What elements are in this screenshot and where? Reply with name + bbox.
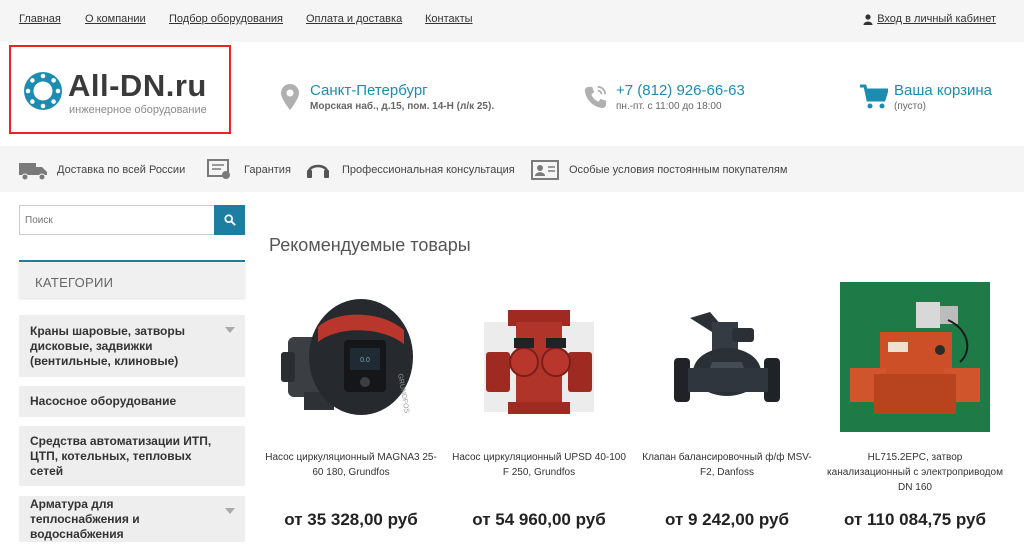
product-card[interactable]: HL715.2EPC, затвор канализационный с эле… bbox=[827, 282, 1003, 530]
category-label: Насосное оборудование bbox=[30, 394, 177, 408]
product-image-drain-gate[interactable] bbox=[840, 282, 990, 432]
chevron-down-icon[interactable] bbox=[225, 508, 235, 514]
feature-consultation-label: Профессиональная консультация bbox=[342, 164, 515, 176]
chevron-down-icon[interactable] bbox=[225, 327, 235, 333]
product-name[interactable]: Насос циркуляционный UPSD 40-100 F 250, … bbox=[451, 450, 627, 498]
logo-name: All-DN.ru bbox=[68, 68, 207, 103]
nav-link-home[interactable]: Главная bbox=[19, 13, 61, 25]
feature-loyalty: Особые условия постоянным покупателям bbox=[530, 159, 787, 181]
nav-link-payment-delivery[interactable]: Оплата и доставка bbox=[306, 13, 402, 25]
headset-icon bbox=[307, 164, 329, 178]
product-name[interactable]: Клапан балансировочный ф/ф MSV-F2, Danfo… bbox=[639, 450, 815, 498]
product-image-pump-magna3[interactable]: 0.0 GRUNDFOS bbox=[276, 282, 426, 432]
phone-icon bbox=[584, 85, 607, 109]
cart-block[interactable]: Ваша корзина (пусто) bbox=[860, 82, 992, 112]
product-card[interactable]: 0.0 GRUNDFOS Насос циркуляционный MAGNA3… bbox=[263, 282, 439, 530]
truck-icon bbox=[19, 163, 47, 181]
category-label: Средства автоматизации ИТП, ЦТП, котельн… bbox=[30, 433, 212, 478]
product-image-pump-upsd[interactable] bbox=[464, 282, 614, 432]
product-card[interactable]: Клапан балансировочный ф/ф MSV-F2, Danfo… bbox=[639, 282, 815, 530]
nav-link-contacts[interactable]: Контакты bbox=[425, 13, 473, 25]
feature-delivery: Доставка по всей России bbox=[18, 159, 185, 181]
search-button[interactable] bbox=[214, 205, 245, 235]
nav-link-equipment-selection[interactable]: Подбор оборудования bbox=[169, 13, 283, 25]
feature-warranty-label: Гарантия bbox=[244, 164, 291, 176]
phone-block: +7 (812) 926-66-63 пн.-пт. с 11:00 до 18… bbox=[583, 82, 745, 112]
nav-link-about[interactable]: О компании bbox=[85, 13, 146, 25]
search-bar bbox=[19, 205, 245, 235]
cart-label: Ваша корзина bbox=[894, 82, 993, 99]
product-price: от 54 960,00 руб bbox=[472, 510, 606, 529]
category-label: Арматура для теплоснабжения и водоснабже… bbox=[30, 496, 140, 541]
logo-tagline: инженерное оборудование bbox=[69, 104, 207, 116]
phone-hours: пн.-пт. с 11:00 до 18:00 bbox=[616, 101, 722, 112]
address-street: Морская наб., д.15, пом. 14-Н (л/к 25). bbox=[310, 101, 495, 112]
top-bar: Главная О компании Подбор оборудования О… bbox=[0, 0, 1024, 42]
feature-consultation: Профессиональная консультация bbox=[303, 159, 515, 181]
phone-number[interactable]: +7 (812) 926-66-63 bbox=[616, 82, 745, 99]
map-pin-icon bbox=[281, 84, 299, 110]
product-card[interactable]: Насос циркуляционный UPSD 40-100 F 250, … bbox=[451, 282, 627, 530]
search-icon bbox=[223, 214, 236, 226]
product-image-balancing-valve[interactable] bbox=[652, 282, 802, 432]
feature-loyalty-label: Особые условия постоянным покупателям bbox=[569, 164, 788, 176]
category-item-pumps[interactable]: Насосное оборудование bbox=[19, 386, 245, 417]
search-input[interactable] bbox=[19, 205, 214, 235]
certificate-icon bbox=[207, 159, 230, 179]
category-label: Краны шаровые, затворы дисковые, задвижк… bbox=[30, 323, 185, 368]
cart-status: (пусто) bbox=[894, 101, 926, 112]
product-name[interactable]: Насос циркуляционный MAGNA3 25-60 180, G… bbox=[263, 450, 439, 498]
login-link[interactable]: Вход в личный кабинет bbox=[863, 13, 996, 25]
recommended-title: Рекомендуемые товары bbox=[269, 235, 471, 255]
login-label: Вход в личный кабинет bbox=[877, 13, 996, 25]
features-strip: Доставка по всей России Гарантия Професс… bbox=[0, 146, 1024, 192]
address-block: Санкт-Петербург Морская наб., д.15, пом.… bbox=[281, 82, 494, 112]
product-name[interactable]: HL715.2EPC, затвор канализационный с эле… bbox=[827, 450, 1003, 498]
user-icon bbox=[863, 13, 873, 25]
logo[interactable]: All-DN.ru инженерное оборудование bbox=[9, 45, 231, 134]
category-item-automation[interactable]: Средства автоматизации ИТП, ЦТП, котельн… bbox=[19, 426, 245, 486]
feature-warranty: Гарантия bbox=[205, 159, 291, 181]
address-city: Санкт-Петербург bbox=[310, 82, 428, 99]
logo-flange-icon bbox=[24, 72, 62, 110]
cart-icon bbox=[860, 84, 888, 109]
category-item-valves[interactable]: Краны шаровые, затворы дисковые, задвижк… bbox=[19, 315, 245, 377]
categories-header: КАТЕГОРИИ bbox=[19, 260, 245, 298]
product-price: от 9 242,00 руб bbox=[664, 510, 790, 529]
product-price: от 110 084,75 руб bbox=[844, 510, 986, 529]
category-item-fittings[interactable]: Арматура для теплоснабжения и водоснабже… bbox=[19, 496, 245, 542]
feature-delivery-label: Доставка по всей России bbox=[57, 164, 186, 176]
id-card-icon bbox=[531, 160, 559, 180]
product-price: от 35 328,00 руб bbox=[284, 510, 418, 529]
svg-text:0.0: 0.0 bbox=[360, 357, 370, 364]
